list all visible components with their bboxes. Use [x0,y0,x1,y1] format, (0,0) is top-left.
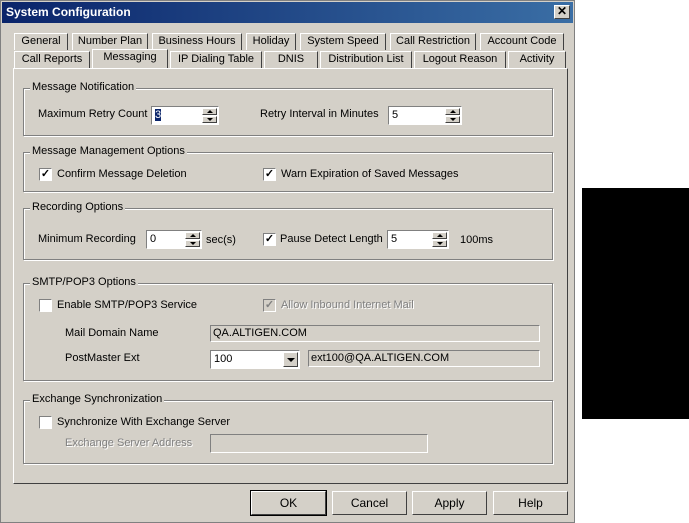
mail-domain-field[interactable]: QA.ALTIGEN.COM [210,325,540,342]
retry-interval-label: Retry Interval in Minutes [260,108,379,120]
apply-button[interactable]: Apply [412,491,487,515]
close-icon[interactable]: ✕ [554,5,570,19]
retry-interval-value[interactable]: 5 [392,109,398,121]
max-retry-value[interactable]: 3 [155,109,162,121]
pause-detect-checkbox[interactable]: ✓ [263,233,276,246]
exchange-sync-group: Exchange Synchronization Synchronize Wit… [23,393,553,464]
pause-detect-label: Pause Detect Length [280,233,383,245]
tab-logout-reason[interactable]: Logout Reason [414,51,506,68]
sync-exchange-label: Synchronize With Exchange Server [57,416,231,428]
system-configuration-dialog: System Configuration ✕ General Number Pl… [0,0,575,523]
help-button[interactable]: Help [493,491,568,515]
spinner-arrows-icon[interactable] [432,232,447,247]
min-recording-value[interactable]: 0 [150,233,156,245]
tab-number-plan[interactable]: Number Plan [72,33,148,50]
mail-domain-label: Mail Domain Name [65,327,159,339]
mail-domain-value[interactable]: QA.ALTIGEN.COM [213,327,307,339]
postmaster-ext-select[interactable]: 100 [210,350,300,369]
postmaster-ext-value[interactable]: 100 [214,353,232,365]
spinner-arrows-icon[interactable] [445,108,460,123]
warn-expiration-checkbox[interactable]: ✓ [263,168,276,181]
title-bar: System Configuration ✕ [2,2,573,23]
tab-account-code[interactable]: Account Code [480,33,564,50]
postmaster-address-value: ext100@QA.ALTIGEN.COM [311,352,450,364]
tab-messaging[interactable]: Messaging [92,49,168,68]
tab-call-restriction[interactable]: Call Restriction [390,33,476,50]
sync-exchange-checkbox[interactable] [39,416,52,429]
tab-ip-dialing-table[interactable]: IP Dialing Table [170,51,262,68]
pause-detect-value[interactable]: 5 [391,233,397,245]
exchange-server-address-field[interactable] [210,434,428,453]
min-recording-label: Minimum Recording [38,233,136,245]
postmaster-address-field: ext100@QA.ALTIGEN.COM [308,350,540,367]
pause-detect-spinner[interactable]: 5 [387,230,449,249]
spinner-arrows-icon[interactable] [202,108,217,123]
enable-smtp-checkbox[interactable] [39,299,52,312]
cancel-button[interactable]: Cancel [332,491,407,515]
group-title: Recording Options [30,201,126,213]
tab-activity[interactable]: Activity [508,51,566,68]
window-title: System Configuration [6,5,131,19]
ok-button[interactable]: OK [250,490,327,516]
group-title: Message Management Options [30,145,187,157]
chevron-down-icon[interactable] [283,352,298,367]
retry-interval-spinner[interactable]: 5 [388,106,462,125]
tab-holiday[interactable]: Holiday [246,33,296,50]
tab-business-hours[interactable]: Business Hours [152,33,242,50]
message-management-group: Message Management Options ✓ Confirm Mes… [23,145,553,192]
postmaster-label: PostMaster Ext [65,352,140,364]
max-retry-spinner[interactable]: 3 [151,106,219,125]
pause-detect-unit: 100ms [460,234,494,246]
recording-options-group: Recording Options Minimum Recording 0 se… [23,201,553,260]
exchange-server-address-label: Exchange Server Address [65,437,193,449]
max-retry-label: Maximum Retry Count [38,108,148,120]
messaging-panel: Message Notification Maximum Retry Count… [13,68,568,484]
warn-expiration-label: Warn Expiration of Saved Messages [281,168,459,180]
spinner-arrows-icon[interactable] [185,232,200,247]
allow-inbound-checkbox[interactable]: ✓ [263,299,276,312]
message-notification-group: Message Notification Maximum Retry Count… [23,81,553,136]
tab-call-reports[interactable]: Call Reports [14,51,90,68]
confirm-deletion-checkbox[interactable]: ✓ [39,168,52,181]
tab-general[interactable]: General [14,33,68,50]
tab-dnis[interactable]: DNIS [264,51,318,68]
tab-distribution-list[interactable]: Distribution List [320,51,412,68]
group-title: Message Notification [30,81,137,93]
allow-inbound-label: Allow Inbound Internet Mail [281,299,414,311]
black-box [582,188,689,419]
tab-system-speed[interactable]: System Speed [300,33,386,50]
min-recording-spinner[interactable]: 0 [146,230,202,249]
enable-smtp-label: Enable SMTP/POP3 Service [57,299,198,311]
group-title: Exchange Synchronization [30,393,165,405]
smtp-options-group: SMTP/POP3 Options Enable SMTP/POP3 Servi… [23,276,553,381]
confirm-deletion-label: Confirm Message Deletion [57,168,187,180]
group-title: SMTP/POP3 Options [30,276,138,288]
min-recording-unit: sec(s) [206,234,236,246]
